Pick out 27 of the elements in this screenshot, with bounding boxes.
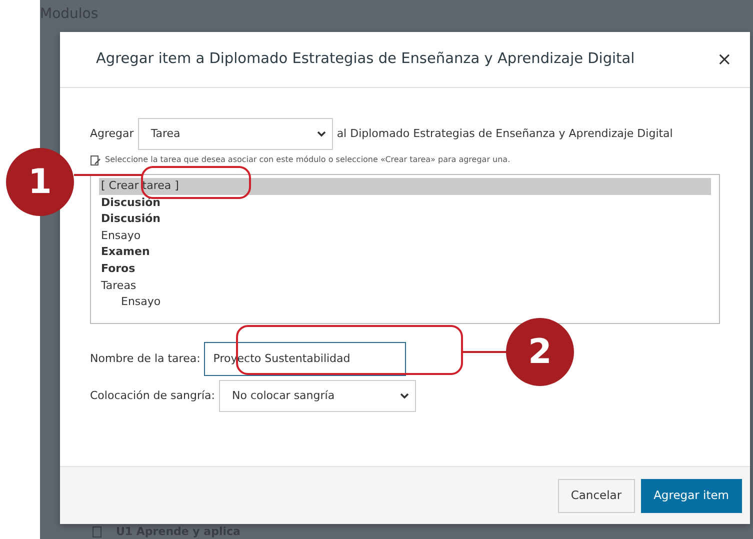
name-label: Nombre de la tarea: xyxy=(90,350,200,367)
hint-text: Seleccione la tarea que desea asociar con este módulo o seleccione «Crear tarea» para agregar una. xyxy=(105,154,510,166)
assignment-list[interactable]: [ Crear tarea ] Discusión Discusión Ensayo Examen Foros Tareas Ensayo xyxy=(90,174,720,324)
add-target-text: al Diplomado Estrategias de Enseñanza y Aprendizaje Digital xyxy=(336,126,673,142)
list-option[interactable]: Ensayo xyxy=(99,228,711,244)
close-button[interactable]: × xyxy=(712,46,736,73)
chevron-down-icon xyxy=(400,393,409,399)
document-icon xyxy=(92,526,102,538)
edit-icon xyxy=(90,154,101,166)
indent-label: Colocación de sangría: xyxy=(90,388,215,404)
list-option[interactable]: Tareas xyxy=(99,278,711,294)
dialog-title: Agregar item a Diplomado Estrategias de Enseñanza y Aprendizaje Digital xyxy=(96,50,636,69)
list-option[interactable]: [ Crear tarea ] xyxy=(99,178,711,195)
list-option[interactable]: Discusión xyxy=(99,211,711,228)
list-option[interactable]: Discusión xyxy=(99,194,711,212)
add-item-button[interactable]: Agregar item xyxy=(640,478,742,512)
type-select[interactable]: Tarea xyxy=(138,118,333,150)
cancel-button[interactable]: Cancelar xyxy=(558,478,635,512)
indent-select[interactable]: No colocar sangría xyxy=(219,380,416,412)
leader-line xyxy=(463,351,507,352)
list-option[interactable]: Foros xyxy=(99,260,711,278)
list-option[interactable]: Ensayo xyxy=(99,294,711,311)
chevron-down-icon xyxy=(316,131,326,137)
add-label: Agregar xyxy=(90,126,134,142)
leader-line xyxy=(74,174,142,176)
step-number: 1 xyxy=(6,148,74,216)
list-option[interactable]: Examen xyxy=(99,244,711,261)
